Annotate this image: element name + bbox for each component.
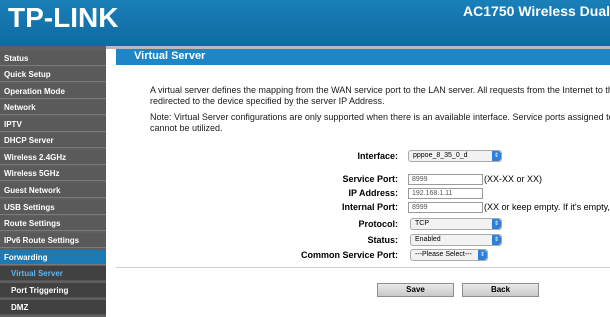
common-service-port-label: Common Service Port: <box>300 250 398 260</box>
tp-link-logo: TP-LINK <box>8 2 119 33</box>
status-select[interactable]: Enabled ⇕ <box>410 234 502 246</box>
sidebar-item-operation-mode[interactable]: Operation Mode <box>0 84 106 99</box>
page-title-bar: Virtual Server <box>116 49 610 65</box>
chevron-updown-icon: ⇕ <box>492 235 501 245</box>
protocol-label: Protocol: <box>358 219 399 229</box>
ip-address-input[interactable]: 192.168.1.11 <box>408 188 483 199</box>
sidebar-item-ipv6-route-settings[interactable]: IPv6 Route Settings <box>0 233 106 248</box>
common-service-port-value: ---Please Select--- <box>415 251 472 258</box>
chevron-updown-icon: ⇕ <box>492 219 501 229</box>
interface-select[interactable]: pppoe_8_35_0_d ⇕ <box>408 150 502 162</box>
sidebar-item-guest-network[interactable]: Guest Network <box>0 183 106 198</box>
chevron-updown-icon: ⇕ <box>492 151 501 161</box>
sidebar-item-wireless-5ghz[interactable]: Wireless 5GHz <box>0 166 106 181</box>
note-line-1: Note: Virtual Server configurations are … <box>150 112 610 122</box>
status-select-value: Enabled <box>415 236 441 243</box>
sidebar-item-iptv[interactable]: IPTV <box>0 117 106 132</box>
sidebar-item-network[interactable]: Network <box>0 100 106 115</box>
sidebar-subitem-virtual-server[interactable]: Virtual Server <box>0 266 106 281</box>
sidebar-item-status[interactable]: Status <box>0 51 106 66</box>
internal-port-label: Internal Port: <box>341 202 398 212</box>
sidebar-item-dhcp-server[interactable]: DHCP Server <box>0 133 106 148</box>
description-line-2: redirected to the device specified by th… <box>150 96 385 106</box>
ip-address-label: IP Address: <box>348 188 398 198</box>
save-button[interactable]: Save <box>377 283 454 297</box>
model-name: AC1750 Wireless Dual <box>463 3 610 19</box>
sidebar-item-wireless-24ghz[interactable]: Wireless 2.4GHz <box>0 150 106 165</box>
internal-port-input[interactable]: 8999 <box>408 202 483 213</box>
protocol-select[interactable]: TCP ⇕ <box>410 218 502 230</box>
description-line-1: A virtual server defines the mapping fro… <box>150 85 610 95</box>
sidebar-nav: Status Quick Setup Operation Mode Networ… <box>0 46 106 317</box>
service-port-input[interactable]: 8999 <box>408 174 483 185</box>
status-label: Status: <box>367 235 398 245</box>
service-port-label: Service Port: <box>342 174 398 184</box>
sidebar-subitem-port-triggering[interactable]: Port Triggering <box>0 283 106 298</box>
note-line-2: cannot be utilized. <box>150 123 223 133</box>
sidebar-item-quick-setup[interactable]: Quick Setup <box>0 67 106 82</box>
chevron-updown-icon: ⇕ <box>478 250 487 260</box>
back-button[interactable]: Back <box>462 283 539 297</box>
interface-label: Interface: <box>357 151 398 161</box>
interface-select-value: pppoe_8_35_0_d <box>413 152 468 159</box>
service-port-hint: (XX-XX or XX) <box>484 174 543 184</box>
page-title: Virtual Server <box>134 50 206 62</box>
sidebar-subitem-dmz[interactable]: DMZ <box>0 300 106 315</box>
sidebar-item-usb-settings[interactable]: USB Settings <box>0 200 106 215</box>
form-divider <box>116 267 610 268</box>
header-bar: TP-LINK AC1750 Wireless Dual <box>0 0 610 46</box>
common-service-port-select[interactable]: ---Please Select--- ⇕ <box>410 249 488 261</box>
internal-port-hint: (XX or keep empty. If it's empty, <box>484 202 610 212</box>
sidebar-item-route-settings[interactable]: Route Settings <box>0 216 106 231</box>
protocol-select-value: TCP <box>415 220 429 227</box>
sidebar-item-forwarding[interactable]: Forwarding <box>0 250 106 265</box>
